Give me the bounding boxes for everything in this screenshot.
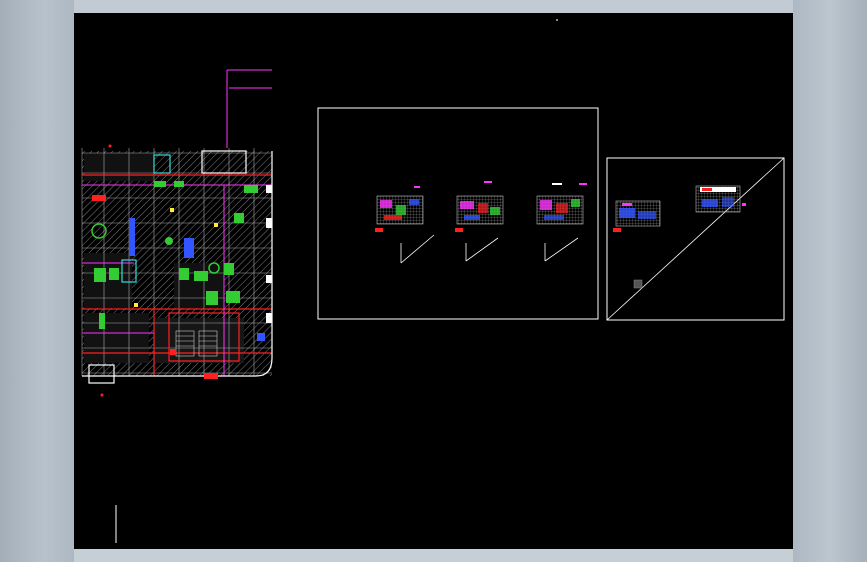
sheet-thumbnail-3[interactable] (536, 183, 587, 262)
main-floor-plan[interactable] (81, 69, 273, 397)
window-frame-right (793, 0, 867, 562)
sheet-thumbnail-5[interactable] (695, 185, 746, 213)
sheet-thumbnail-4[interactable] (613, 200, 661, 232)
window-frame-top (74, 0, 793, 13)
window-frame-bottom (74, 549, 793, 562)
window-frame-left (0, 0, 74, 562)
sheet-thumbnail-1[interactable] (375, 186, 435, 264)
sheet-thumbnail-2[interactable] (455, 181, 504, 262)
cad-drawing-canvas[interactable] (74, 13, 793, 549)
layout-sheet-frame-1[interactable] (317, 107, 599, 320)
layout-sheet-frame-2[interactable] (606, 157, 785, 321)
cad-model-space[interactable] (74, 13, 793, 549)
